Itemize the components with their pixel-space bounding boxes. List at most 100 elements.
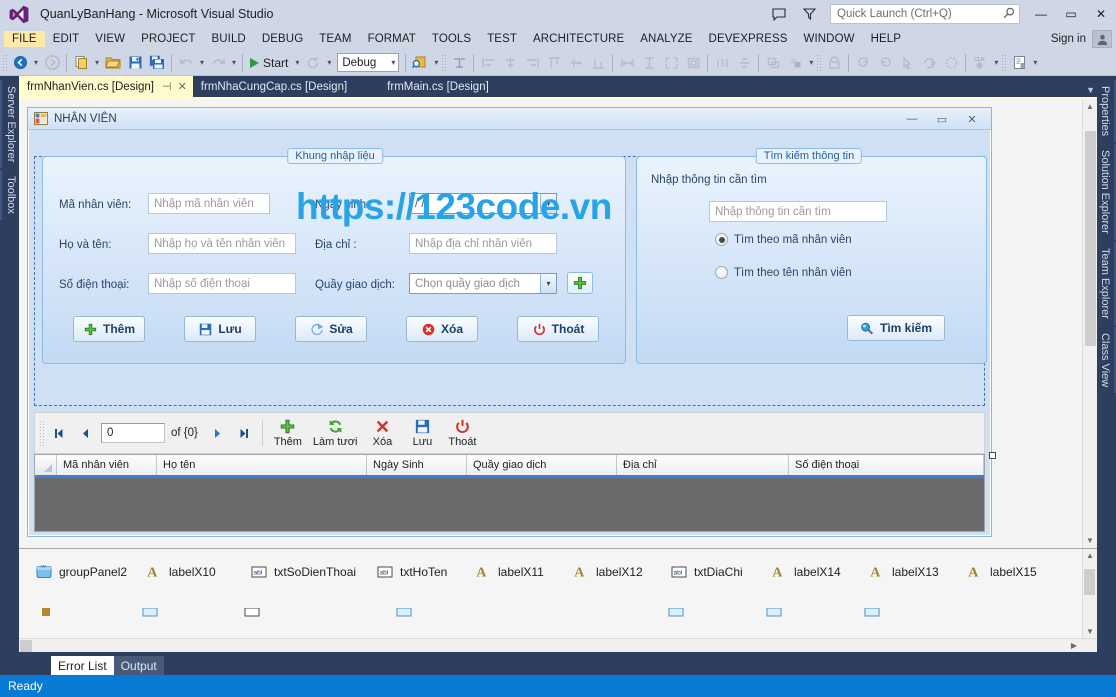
designer-scroll-thumb[interactable] bbox=[1084, 131, 1096, 346]
navigator-lamtuoi-button[interactable]: Làm tươi bbox=[309, 415, 362, 451]
properties-window-icon[interactable] bbox=[1008, 52, 1030, 74]
nhanvien-datagridview[interactable]: Mã nhân viên Họ tên Ngày Sinh Quầy giao … bbox=[34, 454, 985, 532]
designer-vertical-scrollbar[interactable]: ▲ ▼ bbox=[1082, 99, 1097, 548]
find-in-files-icon[interactable] bbox=[409, 52, 431, 74]
datagrid-select-all-corner[interactable] bbox=[35, 455, 57, 475]
save-icon[interactable] bbox=[124, 52, 146, 74]
tray-item-partial-6[interactable] bbox=[765, 604, 863, 621]
tray-item-grouppanel2[interactable]: XM groupPanel2 bbox=[35, 563, 145, 580]
column-header-ho-ten[interactable]: Họ tên bbox=[157, 455, 367, 475]
menu-item-test[interactable]: TEST bbox=[479, 31, 525, 47]
window-maximize-button[interactable]: ▭ bbox=[1056, 0, 1086, 28]
menu-item-team[interactable]: TEAM bbox=[311, 31, 359, 47]
menu-item-build[interactable]: BUILD bbox=[203, 31, 253, 47]
navigator-luu-button[interactable]: Lưu bbox=[403, 415, 441, 451]
tray-item-partial-2[interactable] bbox=[141, 604, 243, 621]
txtTimKiem[interactable]: Nhập thông tin cần tìm bbox=[709, 201, 887, 222]
menu-item-format[interactable]: FORMAT bbox=[360, 31, 424, 47]
tray-item-txtsodienthoai[interactable]: abl txtSoDienThoai bbox=[250, 563, 376, 580]
document-tab-overflow-icon[interactable]: ▼ bbox=[1086, 85, 1095, 95]
column-header-so-dien-thoai[interactable]: Số điện thoại bbox=[789, 455, 984, 475]
navigator-thoat-button[interactable]: Thoát bbox=[443, 415, 481, 451]
tray-horizontal-scrollbar[interactable]: ▶ bbox=[19, 638, 1097, 652]
navigate-back-dropdown-icon[interactable]: ▾ bbox=[31, 52, 41, 74]
scroll-right-icon[interactable]: ▶ bbox=[1071, 641, 1077, 650]
tray-item-labelx14[interactable]: A labelX14 bbox=[770, 563, 868, 580]
window-close-button[interactable]: ✕ bbox=[1086, 0, 1116, 28]
new-project-dropdown-icon[interactable]: ▾ bbox=[92, 52, 102, 74]
tray-vertical-scrollbar[interactable]: ▲ ▼ bbox=[1082, 549, 1097, 638]
find-dropdown-icon[interactable]: ▾ bbox=[431, 52, 441, 74]
sidebar-item-solution-explorer[interactable]: Solution Explorer bbox=[1096, 144, 1116, 240]
tim-kiem-button[interactable]: Tìm kiếm bbox=[847, 315, 945, 341]
form-maximize-button[interactable]: ▭ bbox=[927, 109, 957, 129]
sidebar-item-server-explorer[interactable]: Server Explorer bbox=[0, 80, 20, 169]
toolbar-overflow-icon[interactable]: ▾ bbox=[1030, 52, 1040, 74]
designer-surface[interactable]: NHÂN VIÊN — ▭ ✕ Khung nhập liệu Mã nhân … bbox=[19, 99, 1082, 548]
toolbar-grip[interactable] bbox=[816, 53, 824, 72]
column-header-ma-nhan-vien[interactable]: Mã nhân viên bbox=[57, 455, 157, 475]
tab-output[interactable]: Output bbox=[113, 656, 164, 675]
tray-item-txtdiachi[interactable]: abl txtDiaChi bbox=[670, 563, 770, 580]
tray-item-labelx10[interactable]: A labelX10 bbox=[145, 563, 250, 580]
radio-tim-theo-ten[interactable]: Tìm theo tên nhân viên bbox=[715, 266, 852, 279]
thoat-button[interactable]: Thoát bbox=[517, 316, 599, 342]
scroll-down-icon[interactable]: ▼ bbox=[1086, 627, 1094, 636]
record-position-input[interactable]: 0 bbox=[101, 423, 165, 443]
tray-item-partial-5[interactable] bbox=[667, 604, 765, 621]
luu-button[interactable]: Lưu bbox=[184, 316, 256, 342]
input-group-panel[interactable]: Khung nhập liệu Mã nhân viên: Nhập mã nh… bbox=[42, 148, 626, 364]
column-header-ngay-sinh[interactable]: Ngày Sinh bbox=[367, 455, 467, 475]
toolbar-grip[interactable] bbox=[1001, 53, 1009, 72]
column-header-quay-giao-dich[interactable]: Quầy giao dịch bbox=[467, 455, 617, 475]
menu-item-architecture[interactable]: ARCHITECTURE bbox=[525, 31, 632, 47]
next-record-icon[interactable] bbox=[206, 419, 230, 447]
form-minimize-button[interactable]: — bbox=[897, 109, 927, 129]
navigate-back-icon[interactable] bbox=[9, 52, 31, 74]
pin-icon[interactable]: ⊣ bbox=[162, 80, 172, 93]
sidebar-item-class-view[interactable]: Class View bbox=[1096, 326, 1116, 394]
txtSoDienThoai[interactable]: Nhập số điện thoại bbox=[148, 273, 296, 294]
tray-item-partial-3[interactable] bbox=[243, 604, 395, 621]
window-minimize-button[interactable]: — bbox=[1026, 0, 1056, 28]
navigator-xoa-button[interactable]: Xóa bbox=[363, 415, 401, 451]
tray-item-labelx12[interactable]: A labelX12 bbox=[572, 563, 670, 580]
menu-item-debug[interactable]: DEBUG bbox=[254, 31, 311, 47]
toolbar-grip[interactable] bbox=[441, 53, 449, 72]
solution-configuration-combo[interactable]: Debug ▾ bbox=[337, 53, 400, 72]
menu-item-file[interactable]: FILE bbox=[4, 31, 45, 47]
form-resize-handle[interactable] bbox=[989, 452, 996, 459]
radio-tim-theo-ma[interactable]: Tìm theo mã nhân viên bbox=[715, 233, 852, 246]
menu-item-help[interactable]: HELP bbox=[863, 31, 909, 47]
menu-item-analyze[interactable]: ANALYZE bbox=[632, 31, 700, 47]
scroll-up-icon[interactable]: ▲ bbox=[1086, 99, 1094, 111]
nhanvien-form[interactable]: NHÂN VIÊN — ▭ ✕ Khung nhập liệu Mã nhân … bbox=[27, 107, 992, 537]
form-close-button[interactable]: ✕ bbox=[957, 109, 987, 129]
scroll-down-icon[interactable]: ▼ bbox=[1086, 536, 1094, 548]
toolbar-grip[interactable] bbox=[2, 53, 9, 72]
cboQuayGiaoDich[interactable]: Chọn quầy giao dịch ▾ bbox=[409, 273, 557, 294]
menu-item-devexpress[interactable]: DEVEXPRESS bbox=[701, 31, 796, 47]
sidebar-item-properties[interactable]: Properties bbox=[1096, 80, 1116, 143]
navigator-them-button[interactable]: Thêm bbox=[269, 415, 307, 451]
quick-launch-input[interactable]: Quick Launch (Ctrl+Q) bbox=[830, 4, 1020, 24]
previous-record-icon[interactable] bbox=[73, 419, 97, 447]
sua-button[interactable]: Sửa bbox=[295, 316, 367, 342]
tray-item-labelx13[interactable]: A labelX13 bbox=[868, 563, 966, 580]
xoa-button[interactable]: Xóa bbox=[406, 316, 478, 342]
txtDiaChi[interactable]: Nhập địa chỉ nhân viên bbox=[409, 233, 557, 254]
close-icon[interactable]: ✕ bbox=[178, 80, 187, 93]
tray-item-labelx15[interactable]: A labelX15 bbox=[966, 563, 1037, 580]
sign-in-button[interactable]: Sign in bbox=[1045, 33, 1092, 45]
document-tab-frmnhanvien[interactable]: frmNhanVien.cs [Design] ⊣ ✕ bbox=[19, 76, 193, 97]
menu-item-edit[interactable]: EDIT bbox=[45, 31, 88, 47]
filter-icon[interactable] bbox=[794, 1, 824, 27]
navigator-grip[interactable] bbox=[39, 420, 45, 446]
menu-item-project[interactable]: PROJECT bbox=[133, 31, 203, 47]
tray-hscroll-thumb[interactable] bbox=[20, 639, 32, 652]
tray-item-partial-7[interactable] bbox=[863, 604, 880, 621]
search-group-panel[interactable]: Tìm kiếm thông tin Nhập thông tin cần tì… bbox=[636, 148, 987, 364]
tray-scroll-thumb[interactable] bbox=[1084, 569, 1095, 595]
them-button[interactable]: Thêm bbox=[73, 316, 145, 342]
component-tray-items[interactable]: XM groupPanel2 A labelX10 abl txtSoDienT… bbox=[19, 549, 1082, 638]
